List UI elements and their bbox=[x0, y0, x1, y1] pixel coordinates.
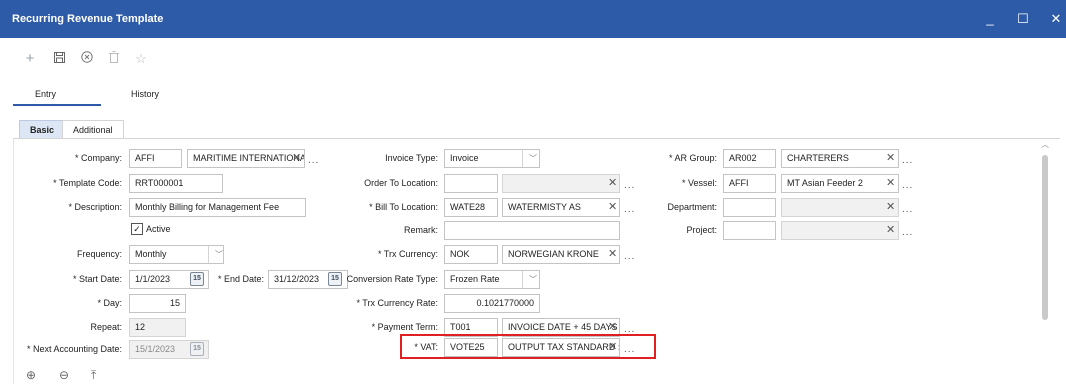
trx-currency-name-input[interactable]: NORWEGIAN KRONE bbox=[502, 245, 620, 264]
plus-icon[interactable]: + bbox=[22, 51, 38, 67]
order-to-location-label: Order To Location: bbox=[364, 178, 438, 188]
subtab-additional[interactable]: Additional bbox=[62, 120, 124, 139]
clear-ar-group-icon[interactable]: ✕ bbox=[886, 150, 895, 167]
add-circle-icon[interactable]: ⊕ bbox=[26, 368, 36, 382]
tab-entry[interactable]: Entry bbox=[35, 89, 56, 99]
company-code-input[interactable]: AFFI bbox=[129, 149, 182, 168]
remark-label: Remark: bbox=[403, 225, 438, 235]
bill-to-location-name-input[interactable]: WATERMISTY AS bbox=[502, 198, 620, 217]
repeat-input: 12 bbox=[129, 318, 186, 337]
template-code-input[interactable]: RRT000001 bbox=[129, 174, 223, 193]
tab-history[interactable]: History bbox=[131, 89, 159, 99]
department-code-input[interactable] bbox=[723, 198, 776, 217]
vessel-lookup-icon[interactable]: ... bbox=[902, 177, 913, 194]
bill-location-lookup-icon[interactable]: ... bbox=[624, 201, 635, 218]
chevron-down-icon[interactable]: ﹀ bbox=[522, 150, 537, 167]
calendar-icon[interactable]: 15 bbox=[190, 272, 204, 286]
order-to-location-code-input[interactable] bbox=[444, 174, 498, 193]
conversion-rate-type-value: Frozen Rate bbox=[450, 274, 500, 284]
scroll-up-icon[interactable]: ︿ bbox=[1041, 139, 1049, 150]
order-to-location-name-input[interactable] bbox=[502, 174, 620, 193]
end-date-label: * End Date: bbox=[217, 274, 264, 284]
repeat-label: Repeat: bbox=[90, 322, 122, 332]
invoice-type-label: Invoice Type: bbox=[385, 153, 438, 163]
vat-highlight-box bbox=[400, 334, 656, 359]
project-label: Project: bbox=[686, 225, 717, 235]
project-code-input[interactable] bbox=[723, 221, 776, 240]
start-date-label: * Start Date: bbox=[72, 274, 122, 284]
clear-vessel-icon[interactable]: ✕ bbox=[886, 175, 895, 192]
clear-department-icon[interactable]: ✕ bbox=[886, 199, 895, 216]
vessel-code-input[interactable]: AFFI bbox=[723, 174, 776, 193]
description-input[interactable]: Monthly Billing for Management Fee bbox=[129, 198, 306, 217]
window-title: Recurring Revenue Template bbox=[12, 13, 164, 25]
star-icon[interactable]: ☆ bbox=[133, 51, 149, 67]
ar-group-code-input[interactable]: AR002 bbox=[723, 149, 776, 168]
save-icon[interactable] bbox=[51, 51, 67, 67]
project-name-input[interactable] bbox=[781, 221, 899, 240]
description-label: * Description: bbox=[68, 202, 122, 212]
conversion-rate-type-label: Conversion Rate Type: bbox=[346, 274, 438, 284]
bill-to-location-code-input[interactable]: WATE28 bbox=[444, 198, 498, 217]
department-name-input[interactable] bbox=[781, 198, 899, 217]
bill-to-location-label: * Bill To Location: bbox=[369, 202, 438, 212]
cancel-icon[interactable] bbox=[79, 51, 95, 67]
clear-order-location-icon[interactable]: ✕ bbox=[608, 175, 617, 192]
trx-currency-label: * Trx Currency: bbox=[377, 249, 438, 259]
day-label: * Day: bbox=[97, 298, 122, 308]
vessel-label: * Vessel: bbox=[681, 178, 717, 188]
ar-group-lookup-icon[interactable]: ... bbox=[902, 152, 913, 169]
chevron-down-icon[interactable]: ﹀ bbox=[208, 246, 223, 263]
clear-company-icon[interactable]: ✕ bbox=[292, 150, 301, 167]
department-lookup-icon[interactable]: ... bbox=[902, 201, 913, 218]
ar-group-label: * AR Group: bbox=[668, 153, 717, 163]
vessel-name-input[interactable]: MT Asian Feeder 2 bbox=[781, 174, 899, 193]
calendar-icon: 15 bbox=[190, 342, 204, 356]
department-label: Department: bbox=[667, 202, 717, 212]
clear-project-icon[interactable]: ✕ bbox=[886, 222, 895, 239]
next-accounting-date-label: * Next Accounting Date: bbox=[26, 344, 122, 354]
company-lookup-icon[interactable]: ... bbox=[308, 152, 319, 169]
chevron-down-icon[interactable]: ﹀ bbox=[522, 271, 537, 288]
clear-bill-location-icon[interactable]: ✕ bbox=[608, 199, 617, 216]
remark-input[interactable] bbox=[444, 221, 620, 240]
title-bar: Recurring Revenue Template _ ☐ ✕ bbox=[0, 0, 1066, 38]
active-checkbox[interactable]: ✓ bbox=[131, 223, 143, 235]
company-name-input[interactable]: MARITIME INTERNATIONA bbox=[187, 149, 305, 168]
scrollbar-thumb[interactable] bbox=[1042, 155, 1048, 320]
ar-group-name-input[interactable]: CHARTERERS bbox=[781, 149, 899, 168]
minimize-button[interactable]: _ bbox=[978, 8, 1002, 30]
project-lookup-icon[interactable]: ... bbox=[902, 224, 913, 241]
order-location-lookup-icon[interactable]: ... bbox=[624, 177, 635, 194]
template-code-label: * Template Code: bbox=[53, 178, 122, 188]
frequency-label: Frequency: bbox=[76, 249, 122, 259]
company-label: * Company: bbox=[74, 153, 122, 163]
invoice-type-value: Invoice bbox=[450, 153, 479, 163]
move-top-icon[interactable]: ⤒ bbox=[91, 368, 96, 383]
trx-currency-rate-input[interactable]: 0.1021770000 bbox=[444, 294, 540, 313]
frequency-value: Monthly bbox=[135, 249, 167, 259]
remove-circle-icon[interactable]: ⊖ bbox=[59, 368, 69, 382]
day-input[interactable]: 15 bbox=[129, 294, 186, 313]
clear-currency-icon[interactable]: ✕ bbox=[608, 246, 617, 263]
subtab-basic[interactable]: Basic bbox=[19, 120, 66, 139]
currency-lookup-icon[interactable]: ... bbox=[624, 248, 635, 265]
active-label: Active bbox=[146, 224, 171, 234]
delete-icon[interactable] bbox=[106, 51, 122, 67]
maximize-button[interactable]: ☐ bbox=[1011, 8, 1035, 30]
active-tab-indicator bbox=[13, 104, 101, 106]
trx-currency-code-input[interactable]: NOK bbox=[444, 245, 498, 264]
close-button[interactable]: ✕ bbox=[1044, 8, 1066, 30]
trx-currency-rate-label: * Trx Currency Rate: bbox=[356, 298, 438, 308]
